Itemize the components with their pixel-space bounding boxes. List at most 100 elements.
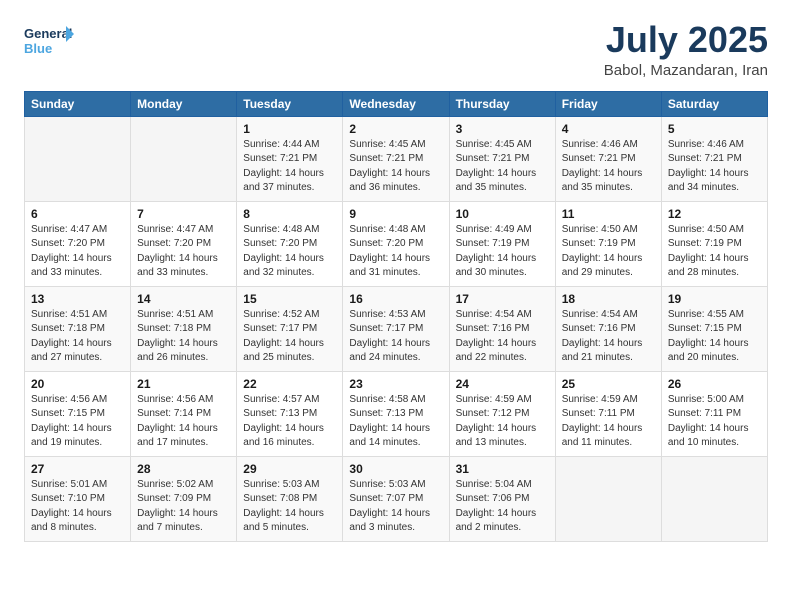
day-number: 5 xyxy=(668,122,761,136)
day-info: Sunrise: 4:48 AMSunset: 7:20 PMDaylight:… xyxy=(349,223,442,281)
calendar-cell: 13 Sunrise: 4:51 AMSunset: 7:18 PMDayligh… xyxy=(25,286,131,371)
day-number: 31 xyxy=(456,462,549,476)
day-number: 22 xyxy=(243,377,336,391)
day-info: Sunrise: 4:56 AMSunset: 7:14 PMDaylight:… xyxy=(137,393,230,451)
calendar-row-4: 20 Sunrise: 4:56 AMSunset: 7:15 PMDayligh… xyxy=(25,371,768,456)
weekday-header-monday: Monday xyxy=(131,91,237,116)
subtitle: Babol, Mazandaran, Iran xyxy=(604,62,768,79)
calendar-cell: 30 Sunrise: 5:03 AMSunset: 7:07 PMDayligh… xyxy=(343,456,449,541)
day-info: Sunrise: 5:03 AMSunset: 7:07 PMDaylight:… xyxy=(349,478,442,536)
calendar-cell xyxy=(131,116,237,201)
day-info: Sunrise: 4:54 AMSunset: 7:16 PMDaylight:… xyxy=(562,308,655,366)
day-info: Sunrise: 5:02 AMSunset: 7:09 PMDaylight:… xyxy=(137,478,230,536)
day-number: 1 xyxy=(243,122,336,136)
calendar-cell: 12 Sunrise: 4:50 AMSunset: 7:19 PMDayligh… xyxy=(661,201,767,286)
day-info: Sunrise: 4:57 AMSunset: 7:13 PMDaylight:… xyxy=(243,393,336,451)
calendar-cell: 4 Sunrise: 4:46 AMSunset: 7:21 PMDaylight… xyxy=(555,116,661,201)
calendar-cell: 9 Sunrise: 4:48 AMSunset: 7:20 PMDaylight… xyxy=(343,201,449,286)
weekday-header-sunday: Sunday xyxy=(25,91,131,116)
day-number: 9 xyxy=(349,207,442,221)
day-info: Sunrise: 5:04 AMSunset: 7:06 PMDaylight:… xyxy=(456,478,549,536)
calendar-row-1: 1 Sunrise: 4:44 AMSunset: 7:21 PMDaylight… xyxy=(25,116,768,201)
day-number: 30 xyxy=(349,462,442,476)
calendar-cell: 21 Sunrise: 4:56 AMSunset: 7:14 PMDayligh… xyxy=(131,371,237,456)
calendar-cell: 18 Sunrise: 4:54 AMSunset: 7:16 PMDayligh… xyxy=(555,286,661,371)
calendar-cell: 19Sunrise: 4:55 AMSunset: 7:15 PMDayligh… xyxy=(661,286,767,371)
calendar-cell: 28 Sunrise: 5:02 AMSunset: 7:09 PMDayligh… xyxy=(131,456,237,541)
day-number: 14 xyxy=(137,292,230,306)
logo-svg: General Blue xyxy=(24,20,74,64)
calendar-row-3: 13 Sunrise: 4:51 AMSunset: 7:18 PMDayligh… xyxy=(25,286,768,371)
day-info: Sunrise: 4:51 AMSunset: 7:18 PMDaylight:… xyxy=(31,308,124,366)
calendar-cell: 26Sunrise: 5:00 AMSunset: 7:11 PMDayligh… xyxy=(661,371,767,456)
calendar-cell: 2Sunrise: 4:45 AMSunset: 7:21 PMDaylight… xyxy=(343,116,449,201)
day-info: Sunrise: 4:44 AMSunset: 7:21 PMDaylight:… xyxy=(243,138,336,196)
day-number: 13 xyxy=(31,292,124,306)
day-number: 24 xyxy=(456,377,549,391)
day-number: 21 xyxy=(137,377,230,391)
day-number: 19 xyxy=(668,292,761,306)
calendar-cell: 5 Sunrise: 4:46 AMSunset: 7:21 PMDaylight… xyxy=(661,116,767,201)
day-number: 12 xyxy=(668,207,761,221)
calendar-cell: 27Sunrise: 5:01 AMSunset: 7:10 PMDayligh… xyxy=(25,456,131,541)
day-info: Sunrise: 4:45 AMSunset: 7:21 PMDaylight:… xyxy=(456,138,549,196)
day-number: 26 xyxy=(668,377,761,391)
day-number: 23 xyxy=(349,377,442,391)
day-number: 25 xyxy=(562,377,655,391)
calendar-cell: 8Sunrise: 4:48 AMSunset: 7:20 PMDaylight… xyxy=(237,201,343,286)
day-info: Sunrise: 4:46 AMSunset: 7:21 PMDaylight:… xyxy=(562,138,655,196)
day-info: Sunrise: 4:53 AMSunset: 7:17 PMDaylight:… xyxy=(349,308,442,366)
calendar-cell xyxy=(25,116,131,201)
day-number: 8 xyxy=(243,207,336,221)
calendar-cell: 1 Sunrise: 4:44 AMSunset: 7:21 PMDaylight… xyxy=(237,116,343,201)
weekday-header-row: SundayMondayTuesdayWednesdayThursdayFrid… xyxy=(25,91,768,116)
day-info: Sunrise: 4:59 AMSunset: 7:11 PMDaylight:… xyxy=(562,393,655,451)
day-info: Sunrise: 4:59 AMSunset: 7:12 PMDaylight:… xyxy=(456,393,549,451)
weekday-header-wednesday: Wednesday xyxy=(343,91,449,116)
day-info: Sunrise: 4:56 AMSunset: 7:15 PMDaylight:… xyxy=(31,393,124,451)
day-number: 6 xyxy=(31,207,124,221)
day-info: Sunrise: 5:03 AMSunset: 7:08 PMDaylight:… xyxy=(243,478,336,536)
day-info: Sunrise: 4:50 AMSunset: 7:19 PMDaylight:… xyxy=(668,223,761,281)
calendar-cell: 16 Sunrise: 4:53 AMSunset: 7:17 PMDayligh… xyxy=(343,286,449,371)
calendar-cell: 17 Sunrise: 4:54 AMSunset: 7:16 PMDayligh… xyxy=(449,286,555,371)
day-number: 17 xyxy=(456,292,549,306)
calendar-cell xyxy=(555,456,661,541)
calendar-row-2: 6 Sunrise: 4:47 AMSunset: 7:20 PMDaylight… xyxy=(25,201,768,286)
svg-text:Blue: Blue xyxy=(24,41,52,56)
day-number: 18 xyxy=(562,292,655,306)
calendar-cell: 31 Sunrise: 5:04 AMSunset: 7:06 PMDayligh… xyxy=(449,456,555,541)
calendar-cell: 20 Sunrise: 4:56 AMSunset: 7:15 PMDayligh… xyxy=(25,371,131,456)
calendar-cell: 11Sunrise: 4:50 AMSunset: 7:19 PMDayligh… xyxy=(555,201,661,286)
day-info: Sunrise: 4:52 AMSunset: 7:17 PMDaylight:… xyxy=(243,308,336,366)
weekday-header-friday: Friday xyxy=(555,91,661,116)
weekday-header-tuesday: Tuesday xyxy=(237,91,343,116)
main-title: July 2025 xyxy=(604,20,768,60)
day-info: Sunrise: 4:45 AMSunset: 7:21 PMDaylight:… xyxy=(349,138,442,196)
day-info: Sunrise: 4:46 AMSunset: 7:21 PMDaylight:… xyxy=(668,138,761,196)
day-info: Sunrise: 5:01 AMSunset: 7:10 PMDaylight:… xyxy=(31,478,124,536)
day-info: Sunrise: 4:47 AMSunset: 7:20 PMDaylight:… xyxy=(31,223,124,281)
day-info: Sunrise: 4:50 AMSunset: 7:19 PMDaylight:… xyxy=(562,223,655,281)
logo: General Blue xyxy=(24,20,74,64)
calendar-cell: 23 Sunrise: 4:58 AMSunset: 7:13 PMDayligh… xyxy=(343,371,449,456)
weekday-header-thursday: Thursday xyxy=(449,91,555,116)
day-number: 16 xyxy=(349,292,442,306)
calendar-cell: 24 Sunrise: 4:59 AMSunset: 7:12 PMDayligh… xyxy=(449,371,555,456)
calendar-cell: 3Sunrise: 4:45 AMSunset: 7:21 PMDaylight… xyxy=(449,116,555,201)
day-number: 7 xyxy=(137,207,230,221)
day-info: Sunrise: 4:54 AMSunset: 7:16 PMDaylight:… xyxy=(456,308,549,366)
calendar-cell: 25 Sunrise: 4:59 AMSunset: 7:11 PMDayligh… xyxy=(555,371,661,456)
day-info: Sunrise: 4:58 AMSunset: 7:13 PMDaylight:… xyxy=(349,393,442,451)
day-info: Sunrise: 4:51 AMSunset: 7:18 PMDaylight:… xyxy=(137,308,230,366)
day-number: 15 xyxy=(243,292,336,306)
day-info: Sunrise: 4:49 AMSunset: 7:19 PMDaylight:… xyxy=(456,223,549,281)
page: General Blue July 2025 Babol, Mazandaran… xyxy=(0,0,792,612)
calendar-row-5: 27Sunrise: 5:01 AMSunset: 7:10 PMDayligh… xyxy=(25,456,768,541)
weekday-header-saturday: Saturday xyxy=(661,91,767,116)
calendar-cell: 29 Sunrise: 5:03 AMSunset: 7:08 PMDayligh… xyxy=(237,456,343,541)
day-number: 4 xyxy=(562,122,655,136)
day-number: 29 xyxy=(243,462,336,476)
day-number: 20 xyxy=(31,377,124,391)
day-number: 28 xyxy=(137,462,230,476)
